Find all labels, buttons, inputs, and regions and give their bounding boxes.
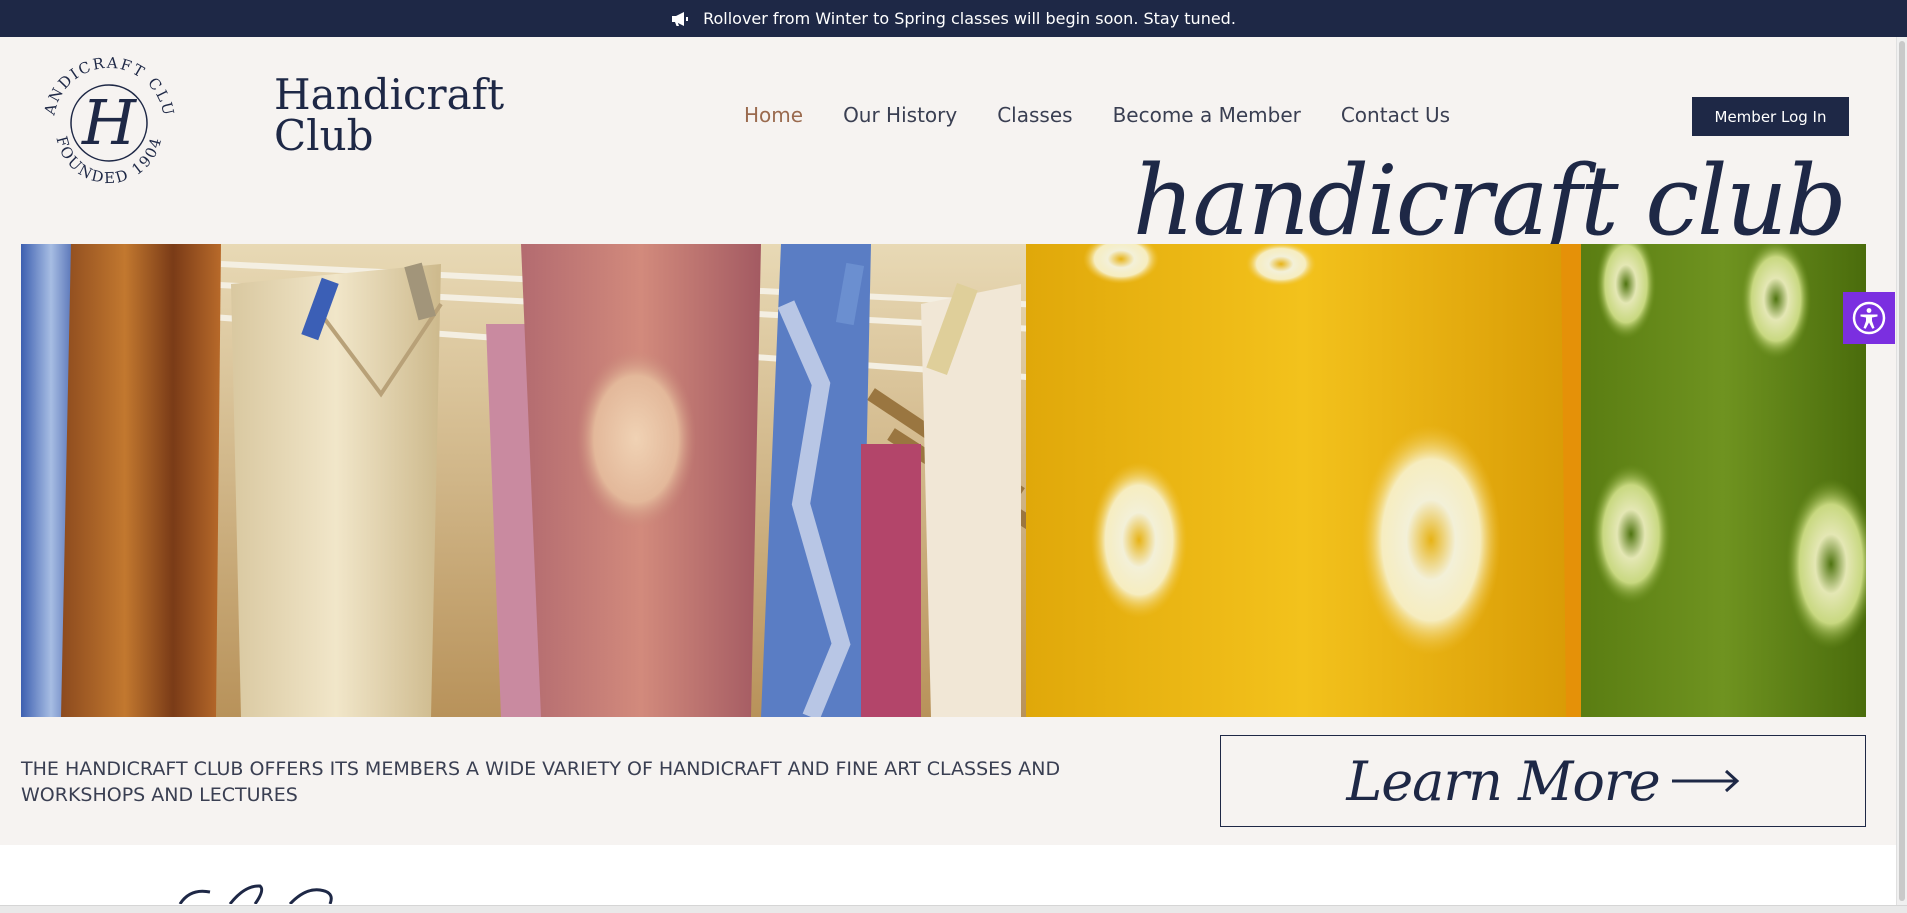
arrow-right-icon	[1671, 769, 1739, 793]
club-seal-logo[interactable]: HANDICRAFT CLUB FOUNDED 1904 H	[34, 48, 184, 198]
page-scrollbar[interactable]	[1896, 37, 1907, 905]
accessibility-icon	[1852, 301, 1886, 335]
intro-tagline: The Handicraft Club offers its members a…	[21, 758, 1061, 806]
announcement-bar: Rollover from Winter to Spring classes w…	[0, 0, 1907, 37]
hanging-fabrics-illustration	[21, 244, 1866, 717]
site-title-line1: Handicraft	[274, 70, 505, 119]
learn-more-label: Learn More	[1346, 749, 1660, 813]
megaphone-icon	[672, 11, 689, 26]
page-bottom-edge	[0, 905, 1907, 913]
learn-more-button[interactable]: Learn More	[1220, 735, 1866, 827]
nav-item-classes[interactable]: Classes	[977, 103, 1092, 127]
announcement-text: Rollover from Winter to Spring classes w…	[703, 9, 1236, 28]
nav-item-our-history[interactable]: Our History	[823, 103, 977, 127]
nav-item-contact-us[interactable]: Contact Us	[1321, 103, 1470, 127]
seal-monogram: H	[81, 86, 138, 159]
hero-script-title: handicraft club	[1132, 145, 1847, 257]
site-title-line2: Club	[274, 111, 374, 160]
main-nav: Home Our History Classes Become a Member…	[724, 103, 1470, 127]
nav-item-become-a-member[interactable]: Become a Member	[1093, 103, 1321, 127]
next-section-heading-peek	[178, 884, 333, 904]
member-login-button[interactable]: Member Log In	[1692, 97, 1849, 136]
nav-item-home[interactable]: Home	[724, 103, 823, 127]
scrollbar-thumb[interactable]	[1899, 41, 1905, 901]
accessibility-button[interactable]	[1843, 292, 1895, 344]
hero-image	[21, 244, 1866, 717]
site-title[interactable]: Handicraft Club	[274, 70, 514, 160]
